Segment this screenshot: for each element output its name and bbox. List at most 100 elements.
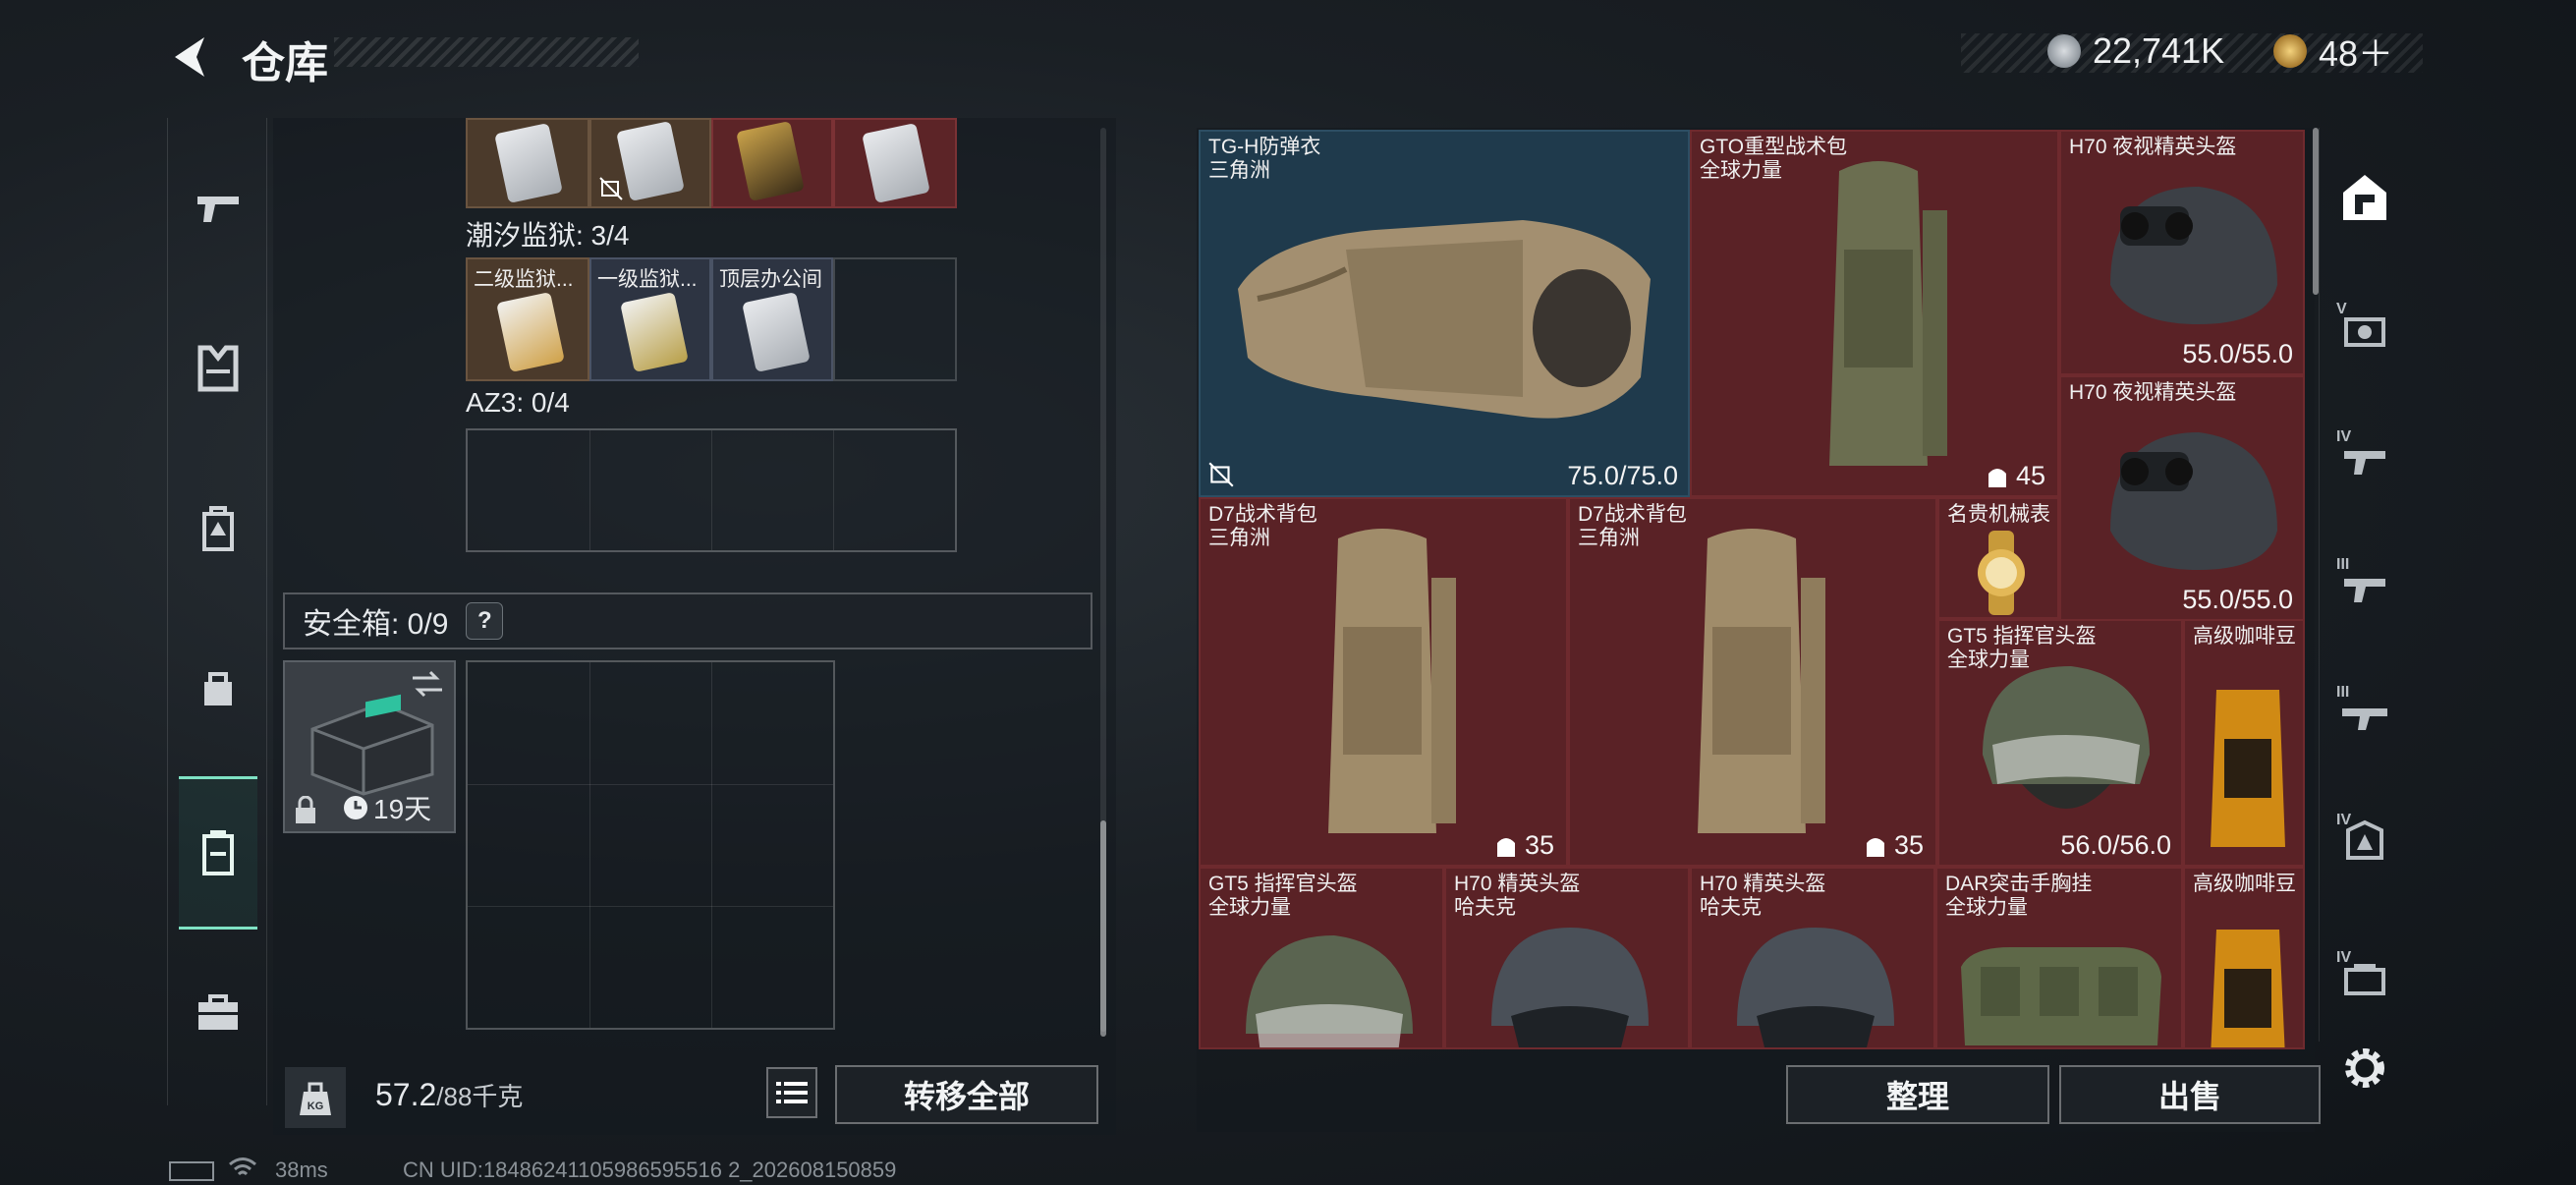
keycard-group-label: 潮汐监狱: 3/4 [466, 220, 630, 251]
tactical-backpack-image [1328, 529, 1456, 833]
item-name: 名贵机械表 [1947, 503, 2050, 526]
keycard-slot[interactable] [711, 118, 833, 208]
transfer-all-button[interactable]: 转移全部 [835, 1065, 1098, 1124]
keycard-slot-empty[interactable] [833, 257, 957, 381]
gear-icon [2345, 1048, 2384, 1088]
weight-max: /88千克 [436, 1082, 524, 1111]
keycard-slot[interactable] [833, 118, 957, 208]
wifi-icon [229, 1157, 256, 1176]
nav-case[interactable] [179, 776, 257, 930]
expiry-days: 19天 [373, 794, 432, 824]
help-icon: ? [477, 607, 492, 634]
stash-item[interactable]: H70 精英头盔 哈夫克 [1444, 867, 1690, 1049]
elite-helmet-image [1737, 928, 1894, 1047]
item-name: TG-H防弹衣 三角洲 [1208, 136, 1321, 182]
safebox-item[interactable]: 19天 [283, 660, 456, 833]
lock-icon [296, 796, 315, 823]
help-button[interactable]: ? [466, 602, 504, 640]
weight-icon-box: KG [285, 1067, 346, 1128]
tab-tier-iv-gun[interactable]: IV [2330, 423, 2399, 491]
tab-stash-all[interactable] [2321, 147, 2409, 246]
weight-current: 57.2 [375, 1077, 437, 1112]
keycard-slot[interactable]: 一级监狱... [589, 257, 711, 381]
item-name: 高级咖啡豆 [2193, 625, 2296, 648]
bag-icon [204, 672, 232, 705]
stash-item[interactable]: DAR突击手胸挂 全球力量 [1935, 867, 2183, 1049]
stash-item[interactable]: TG-H防弹衣 三角洲 75.0/75.0 [1199, 130, 1690, 497]
silver-coin-icon [2047, 34, 2081, 68]
stash-item[interactable]: H70 精英头盔 哈夫克 [1690, 867, 1935, 1049]
tactical-backpack-image [1698, 529, 1825, 833]
left-scrollbar-thumb[interactable] [1100, 820, 1106, 1037]
stash-item[interactable]: H70 夜视精英头盔 55.0/55.0 [2059, 130, 2305, 375]
keycard-name: 一级监狱... [597, 268, 698, 291]
stash-item[interactable]: 高级咖啡豆 [2183, 867, 2305, 1049]
nav-toolbox[interactable] [179, 973, 257, 1051]
durability-value: 75.0/75.0 [1567, 461, 1678, 490]
title-decoration [334, 37, 639, 67]
silver-amount: 22,741K [2093, 30, 2225, 71]
keycard-slot[interactable]: 二级监狱... [466, 257, 589, 381]
tab-tier-iii-rifle[interactable]: III [2330, 678, 2399, 747]
keycard-image [742, 291, 811, 373]
keycard-image [616, 120, 685, 202]
backpack-icon [202, 506, 234, 551]
safebox-grid[interactable] [466, 660, 835, 1030]
stash-item[interactable]: D7战术背包 三角洲 35 [1568, 497, 1937, 867]
list-view-button[interactable] [766, 1067, 817, 1118]
keycard-slot[interactable]: 顶层办公间 [711, 257, 833, 381]
tab-tier-iv-vest[interactable]: IV [2330, 806, 2399, 875]
keycard-name: 二级监狱... [474, 268, 574, 291]
keycard-empty-row[interactable] [466, 428, 957, 552]
case-icon [202, 830, 234, 875]
heavy-pack-image [1829, 161, 1947, 466]
slot-capacity-icon [1988, 468, 2006, 487]
stash-item[interactable]: D7战术背包 三角洲 35 [1199, 497, 1568, 867]
keycard-image [736, 120, 805, 202]
sell-button[interactable]: 出售 [2059, 1065, 2321, 1124]
stash-item[interactable]: 高级咖啡豆 [2183, 619, 2305, 867]
nav-bag[interactable] [179, 649, 257, 727]
back-arrow-icon [175, 37, 204, 77]
currency-gold[interactable]: 48＋ [2273, 28, 2393, 75]
nav-vest[interactable] [179, 329, 257, 408]
nav-backpack[interactable] [179, 489, 257, 568]
kettlebell-icon: KG [300, 1082, 331, 1115]
settings-button[interactable] [2340, 1044, 2389, 1093]
uid-text: CN UID:18486241105986595516 2_2026081508… [403, 1157, 897, 1182]
keycard-image [620, 291, 689, 373]
nav-weapons[interactable] [179, 169, 257, 248]
keycard-slot[interactable] [589, 118, 711, 208]
battery-icon [169, 1161, 214, 1181]
stash-item[interactable]: GT5 指挥官头盔 全球力量 56.0/56.0 [1937, 619, 2183, 867]
tab-tier-iv-item[interactable]: IV [2330, 943, 2399, 1012]
clock-icon [344, 796, 367, 819]
expiry-badge: 19天 [342, 788, 431, 827]
stash-home-icon [2343, 175, 2386, 220]
tab-tier-iii-gun[interactable]: III [2330, 550, 2399, 619]
safebox-header: 安全箱: 0/9 ? [283, 592, 1092, 649]
organize-button[interactable]: 整理 [1786, 1065, 2049, 1124]
gold-coin-icon [2273, 34, 2307, 68]
stash-item[interactable]: 名贵机械表 [1937, 497, 2059, 619]
back-button[interactable] [165, 28, 224, 86]
body-armor-image [1238, 220, 1651, 419]
item-name: 高级咖啡豆 [2193, 873, 2296, 895]
coffee-bag-image [2211, 930, 2285, 1047]
slot-capacity-icon [1496, 837, 1515, 857]
toolbox-icon [198, 994, 238, 1030]
item-count: 35 [1863, 830, 1924, 861]
stash-item[interactable]: GTO重型战术包 全球力量 45 [1690, 130, 2059, 497]
item-name: H70 夜视精英头盔 [2069, 136, 2237, 158]
commander-helmet-image [1246, 935, 1413, 1047]
category-sidebar [167, 118, 267, 1105]
keycard-group-label: AZ3: 0/4 [466, 387, 570, 418]
weight-readout: 57.2/88千克 [375, 1077, 523, 1113]
coffee-bag-image [2211, 690, 2285, 847]
chest-rig-image [1961, 947, 2161, 1045]
keycard-slot[interactable] [466, 118, 589, 208]
stash-item[interactable]: GT5 指挥官头盔 全球力量 [1199, 867, 1444, 1049]
stash-item[interactable]: H70 夜视精英头盔 55.0/55.0 [2059, 375, 2305, 621]
no-trade-icon [1208, 462, 1234, 487]
tab-tier-v[interactable]: V [2330, 295, 2399, 364]
